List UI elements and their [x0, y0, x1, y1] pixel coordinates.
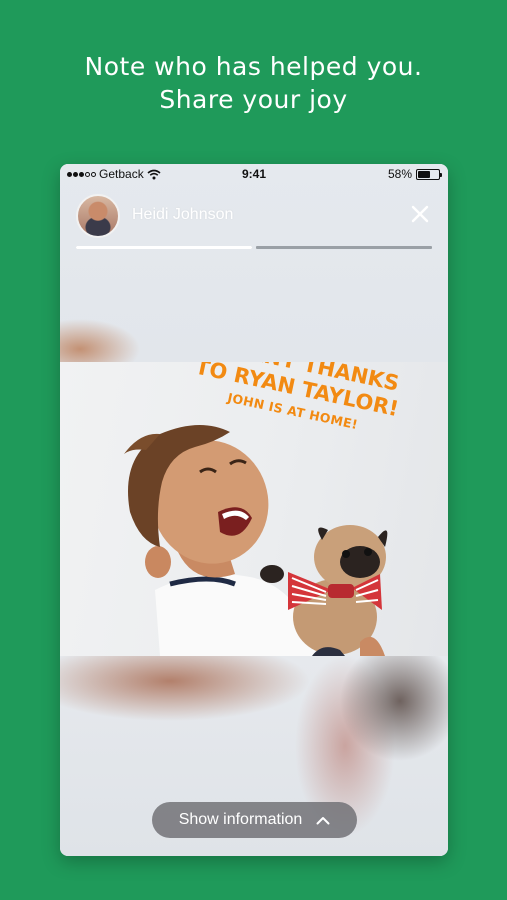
- battery-percent: 58%: [387, 167, 412, 181]
- status-bar: Getback 9:41 58%: [60, 164, 448, 184]
- headline-line-2: Share your joy: [159, 85, 348, 114]
- chevron-up-icon: [316, 816, 330, 824]
- battery-level: [418, 170, 430, 178]
- story-header: Heidi Johnson: [76, 194, 432, 240]
- progress-segment: [76, 246, 252, 249]
- author-name[interactable]: Heidi Johnson: [132, 206, 233, 224]
- headline: Note who has helped you. Share your joy: [0, 50, 507, 116]
- status-right: 58%: [387, 167, 442, 181]
- close-icon[interactable]: [410, 204, 430, 224]
- progress-segment: [256, 246, 432, 249]
- battery-icon: [416, 168, 442, 180]
- show-information-button[interactable]: Show information: [152, 802, 357, 838]
- phone-screen: Getback 9:41 58% Heidi Johnson MANY THAN…: [60, 164, 448, 856]
- show-information-label: Show information: [178, 811, 303, 828]
- avatar[interactable]: [76, 194, 120, 238]
- story-progress: [76, 246, 432, 250]
- story-photo[interactable]: MANY THANKS TO RYAN TAYLOR! JOHN IS AT H…: [60, 362, 448, 656]
- headline-line-1: Note who has helped you.: [84, 52, 423, 81]
